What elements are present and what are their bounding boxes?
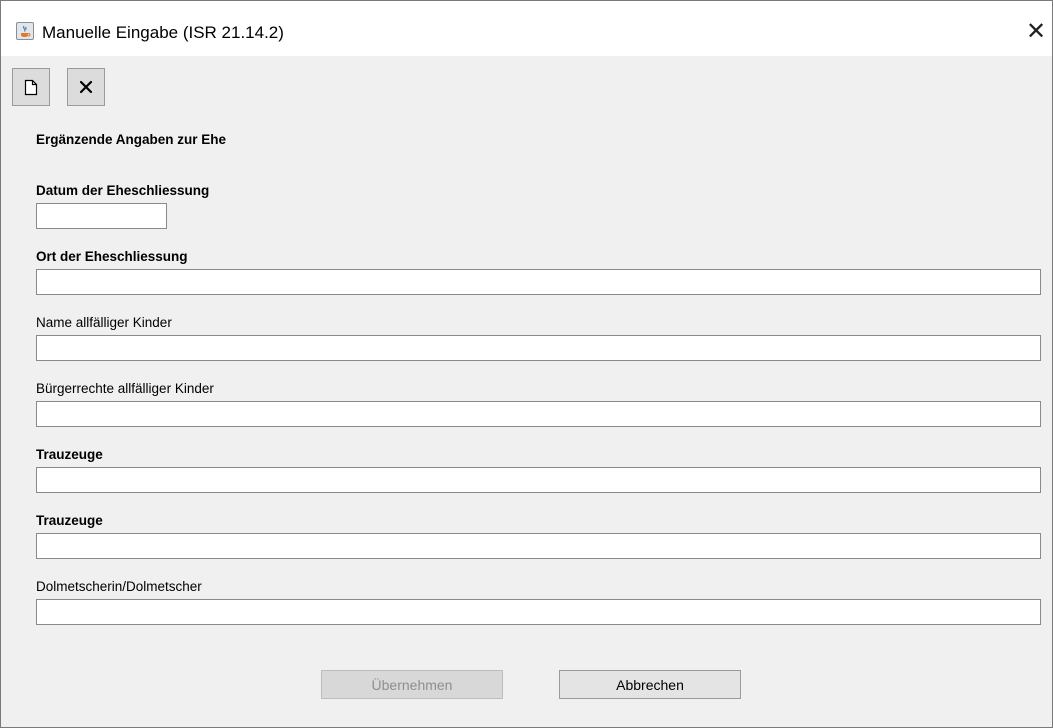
interpreter-field[interactable] [36,599,1041,625]
interpreter-label: Dolmetscherin/Dolmetscher [36,579,202,594]
apply-button[interactable]: Übernehmen [321,670,503,699]
marriage-place-label: Ort der Eheschliessung [36,249,188,264]
close-icon[interactable]: ✕ [1023,19,1049,45]
marriage-place-field[interactable] [36,269,1041,295]
children-citizenship-field[interactable] [36,401,1041,427]
delete-button[interactable] [67,68,105,106]
delete-x-icon [78,79,94,95]
witness-2-field[interactable] [36,533,1041,559]
children-names-field[interactable] [36,335,1041,361]
window-title: Manuelle Eingabe (ISR 21.14.2) [42,23,284,42]
new-button[interactable] [12,68,50,106]
marriage-date-field[interactable] [36,203,167,229]
cancel-button[interactable]: Abbrechen [559,670,741,699]
witness-1-field[interactable] [36,467,1041,493]
section-heading: Ergänzende Angaben zur Ehe [36,132,227,147]
dialog-window: Manuelle Eingabe (ISR 21.14.2) ✕ Ergänze… [0,0,1053,728]
java-app-icon [16,22,34,40]
title-bar: Manuelle Eingabe (ISR 21.14.2) ✕ [1,1,1052,56]
witness-1-label: Trauzeuge [36,447,103,462]
witness-2-label: Trauzeuge [36,513,103,528]
children-names-label: Name allfälliger Kinder [36,315,172,330]
marriage-date-label: Datum der Eheschliessung [36,183,210,198]
new-document-icon [24,79,38,96]
children-citizenship-label: Bürgerrechte allfälliger Kinder [36,381,214,396]
